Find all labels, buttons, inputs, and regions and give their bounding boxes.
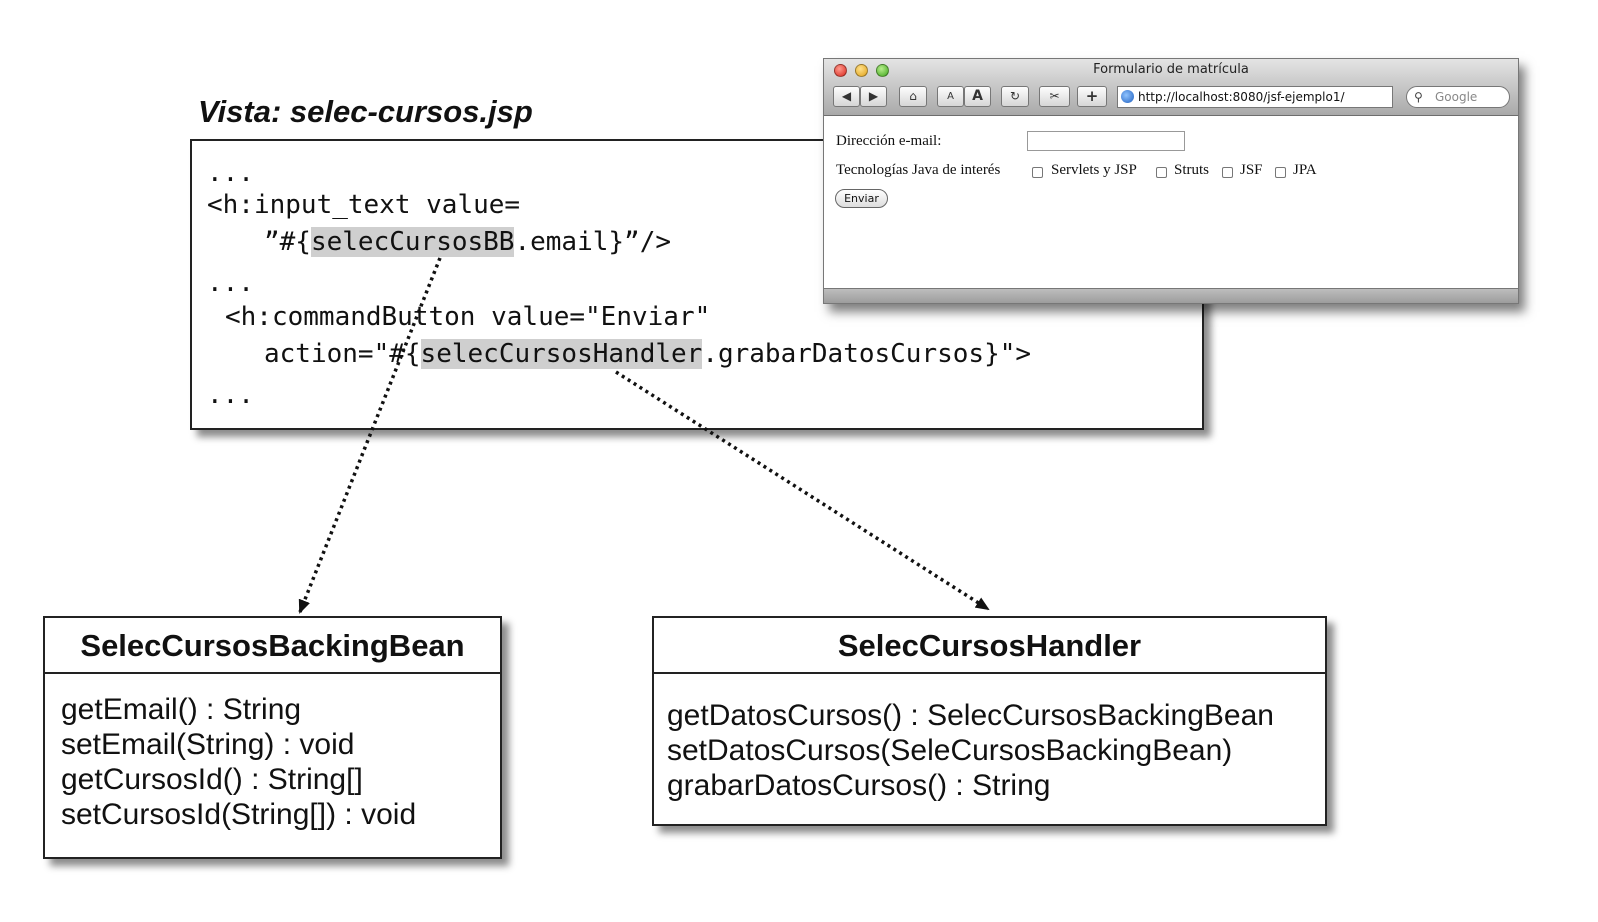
globe-icon: [1121, 90, 1134, 103]
window-title: Formulario de matrícula: [1093, 62, 1249, 77]
tech-label: Tecnologías Java de interés: [836, 162, 1001, 178]
email-input[interactable]: [1027, 131, 1185, 151]
submit-button[interactable]: Enviar: [835, 189, 888, 208]
method-item: setCursosId(String[]) : void: [61, 798, 417, 831]
browser-titlebar: Formulario de matrícula ◀ ▶ ⌂ A A ↻ ✂ + …: [824, 59, 1518, 116]
small-font-icon: A: [947, 91, 954, 102]
search-icon: ⚲: [1414, 90, 1423, 104]
home-button[interactable]: ⌂: [899, 86, 927, 107]
method-list-handler: getDatosCursos() : SelecCursosBackingBea…: [654, 674, 1325, 803]
back-button[interactable]: ◀: [833, 86, 860, 107]
option-jpa-label: JPA: [1293, 162, 1317, 178]
checkbox-struts[interactable]: [1156, 167, 1167, 178]
browser-window: Formulario de matrícula ◀ ▶ ⌂ A A ↻ ✂ + …: [823, 58, 1519, 304]
forward-button[interactable]: ▶: [860, 86, 887, 107]
checkbox-jpa[interactable]: [1275, 167, 1286, 178]
smaller-text-button[interactable]: A: [937, 86, 964, 107]
home-icon: ⌂: [909, 89, 917, 103]
arrow-to-handler: [615, 370, 990, 611]
email-label: Dirección e-mail:: [836, 133, 942, 149]
option-servlets-label: Servlets y JSP: [1051, 162, 1137, 178]
method-item: setEmail(String) : void: [61, 728, 355, 761]
class-name-backing-bean: SelecCursosBackingBean: [45, 618, 500, 674]
forward-arrow-icon: ▶: [868, 89, 879, 103]
method-item: getEmail() : String: [61, 693, 302, 726]
back-arrow-icon: ◀: [841, 89, 852, 103]
add-bookmark-button[interactable]: +: [1077, 86, 1107, 107]
class-box-backing-bean: SelecCursosBackingBean getEmail() : Stri…: [43, 616, 502, 859]
plus-icon: +: [1085, 87, 1099, 105]
option-jsf-label: JSF: [1240, 162, 1263, 178]
checkbox-servlets[interactable]: [1032, 167, 1043, 178]
address-bar[interactable]: http://localhost:8080/jsf-ejemplo1/: [1117, 86, 1393, 108]
address-bar-url: http://localhost:8080/jsf-ejemplo1/: [1138, 90, 1345, 104]
method-item: grabarDatosCursos() : String: [667, 769, 1051, 802]
class-box-handler: SelecCursosHandler getDatosCursos() : Se…: [652, 616, 1327, 826]
class-name-handler: SelecCursosHandler: [654, 618, 1325, 674]
reload-icon: ↻: [1009, 89, 1021, 103]
snapback-button[interactable]: ✂: [1039, 86, 1070, 107]
large-font-icon: A: [972, 88, 983, 104]
larger-text-button[interactable]: A: [964, 86, 991, 107]
method-item: getCursosId() : String[]: [61, 763, 363, 796]
method-item: getDatosCursos() : SelecCursosBackingBea…: [667, 699, 1274, 732]
search-placeholder: Google: [1435, 90, 1478, 104]
arrow-to-backing-bean: [298, 257, 442, 614]
status-bar: [824, 288, 1518, 303]
reload-button[interactable]: ↻: [1001, 86, 1029, 107]
snapback-icon: ✂: [1049, 89, 1060, 103]
option-struts-label: Struts: [1174, 162, 1210, 178]
method-item: setDatosCursos(SeleCursosBackingBean): [667, 734, 1233, 767]
page-content: Dirección e-mail: Tecnologías Java de in…: [824, 116, 1518, 290]
checkbox-jsf[interactable]: [1222, 167, 1233, 178]
search-field[interactable]: ⚲ Google: [1406, 86, 1510, 108]
method-list-backing-bean: getEmail() : String setEmail(String) : v…: [45, 674, 500, 832]
